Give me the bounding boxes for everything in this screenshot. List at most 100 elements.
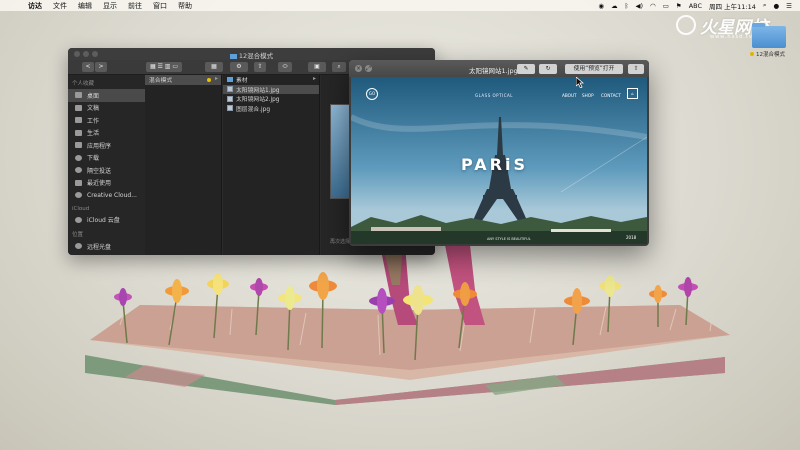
markup-icon[interactable]: ✎ xyxy=(517,64,535,74)
folder-icon xyxy=(75,117,82,124)
list-item-label: 太阳镜网站1.jpg xyxy=(236,87,280,94)
applications-icon xyxy=(75,142,82,149)
view-mode-segment[interactable]: ▦ ☰ ▥ ▭ xyxy=(146,62,182,72)
dropbox-icon[interactable]: ▣ xyxy=(308,62,326,72)
site-headline: PARiS xyxy=(461,155,528,174)
group-button[interactable]: ▦ xyxy=(205,62,223,72)
menu-bar: 访达 文件 编辑 显示 前往 窗口 帮助 ◉ ☁ ᛒ ◀) ◠ ▭ ⚑ ABC … xyxy=(0,0,800,11)
quicklook-toolbar[interactable]: × ⤢ 太阳镜网站1.jpg ✎ ↻ 使用“预览”打开 ⇧ xyxy=(349,60,649,77)
recents-icon xyxy=(75,179,82,186)
menu-edit[interactable]: 编辑 xyxy=(78,1,92,11)
site-nav-about: ABOUT xyxy=(562,93,577,98)
record-icon[interactable]: ◉ xyxy=(598,2,604,10)
sidebar-item-icloud-drive[interactable]: iCloud 云盘 xyxy=(68,214,145,227)
list-item-label: 混合模式 xyxy=(149,78,173,85)
watermark-logo-icon xyxy=(676,15,696,35)
site-nav-shop: SHOP xyxy=(582,93,594,98)
desktop-icon xyxy=(75,92,82,99)
list-item[interactable]: 太阳镜网站1.jpg xyxy=(223,84,319,94)
list-item[interactable]: 图层混合.jpg xyxy=(223,104,319,114)
tag-icon[interactable]: ⬭ xyxy=(278,62,292,72)
creative-cloud-icon xyxy=(75,192,82,199)
site-nav-contact: CONTACT xyxy=(601,93,621,98)
sidebar-item-label: 生活 xyxy=(87,130,100,138)
volume-icon[interactable]: ◀) xyxy=(636,2,644,10)
desktop-folder-label[interactable]: 12混合模式 xyxy=(750,50,785,58)
sidebar-item-airdrop[interactable]: 隔空投送 xyxy=(68,164,145,177)
notification-center-icon[interactable]: ☰ xyxy=(786,2,792,10)
battery-icon[interactable]: ▭ xyxy=(663,2,669,10)
sidebar-item-label: 下载 xyxy=(87,155,100,163)
sidebar-header-icloud: iCloud xyxy=(72,205,90,212)
image-file-icon xyxy=(227,95,233,102)
list-item[interactable]: 素材 ▸ xyxy=(223,75,319,85)
quicklook-window: × ⤢ 太阳镜网站1.jpg ✎ ↻ 使用“预览”打开 ⇧ GO GLASS O… xyxy=(349,60,649,246)
list-item[interactable]: 混合模式 ▸ xyxy=(145,75,221,85)
list-item-label: 太阳镜网站2.jpg xyxy=(236,97,280,104)
spotlight-icon[interactable]: ⌕ xyxy=(763,1,767,10)
sidebar-header-locations: 位置 xyxy=(72,232,84,238)
sidebar-item-documents[interactable]: 文稿 xyxy=(68,102,145,115)
cloud-icon xyxy=(75,216,82,223)
sidebar-item-label: 远程光盘 xyxy=(87,243,112,251)
sidebar-item-work[interactable]: 工作 xyxy=(68,114,145,127)
menu-file[interactable]: 文件 xyxy=(53,1,67,11)
finder-titlebar[interactable]: 12混合模式 xyxy=(68,48,435,60)
menu-clock[interactable]: 周四 上午11:14 xyxy=(709,1,756,11)
sidebar-item-life[interactable]: 生活 xyxy=(68,127,145,140)
menu-help[interactable]: 帮助 xyxy=(178,1,192,11)
wifi-icon[interactable]: ◠ xyxy=(650,2,656,10)
siri-icon[interactable]: ● xyxy=(774,2,780,10)
paris-website-preview: GO GLASS OPTICAL ABOUT SHOP CONTACT ⌂ PA… xyxy=(351,77,647,244)
share-icon[interactable]: ⇧ xyxy=(628,64,644,74)
bluetooth-icon[interactable]: ᛒ xyxy=(625,2,629,10)
finder-column-2: 素材 ▸ 太阳镜网站1.jpg 太阳镜网站2.jpg 图层混合.jpg xyxy=(223,75,320,255)
menu-window[interactable]: 窗口 xyxy=(153,1,167,11)
sidebar-item-recents[interactable]: 最近使用 xyxy=(68,177,145,190)
cloud-status-icon[interactable]: ☁ xyxy=(611,2,618,10)
sidebar-item-remote-disc[interactable]: 远程光盘 xyxy=(68,240,145,253)
forward-button[interactable]: > xyxy=(95,62,107,72)
sidebar-item-applications[interactable]: 应用程序 xyxy=(68,139,145,152)
image-file-icon xyxy=(227,86,233,93)
sidebar-item-label: Creative Cloud... xyxy=(87,191,137,199)
sidebar-item-downloads[interactable]: 下载 xyxy=(68,152,145,165)
action-gear-icon[interactable]: ⚙ xyxy=(230,62,248,72)
sidebar-header-favorites: 个人收藏 xyxy=(72,81,95,87)
site-footer-text: ANY STYLE IS BEAUTIFUL xyxy=(487,237,531,241)
site-page-number: 2018 xyxy=(626,235,637,240)
sidebar-item-label: 工作 xyxy=(87,117,100,125)
finder-title: 12混合模式 xyxy=(68,50,435,60)
rotate-icon[interactable]: ↻ xyxy=(539,64,557,74)
disc-icon xyxy=(75,243,82,250)
list-item[interactable]: 太阳镜网站2.jpg xyxy=(223,94,319,104)
list-item-label: 素材 xyxy=(236,78,248,85)
sidebar-item-label: 桌面 xyxy=(87,92,100,100)
fullscreen-icon[interactable]: ⤢ xyxy=(365,65,372,72)
site-logo-icon: GO xyxy=(366,88,378,100)
desktop-folder-icon[interactable] xyxy=(752,23,786,48)
sidebar-item-creative-cloud[interactable]: Creative Cloud... xyxy=(68,189,145,202)
back-button[interactable]: < xyxy=(82,62,94,72)
documents-icon xyxy=(75,104,82,111)
yellow-tag-icon xyxy=(207,78,211,82)
folder-icon xyxy=(227,77,233,83)
search-icon[interactable]: ⌕ xyxy=(332,62,346,72)
menu-go[interactable]: 前往 xyxy=(128,1,142,11)
share-icon[interactable]: ⇧ xyxy=(254,62,266,72)
finder-sidebar: 个人收藏 桌面 文稿 工作 生活 应用程序 下载 隔空投送 最近使用 Creat… xyxy=(68,75,145,255)
input-source[interactable]: ABC xyxy=(689,2,702,10)
downloads-icon xyxy=(75,154,82,161)
sidebar-item-label: iCloud 云盘 xyxy=(87,217,120,225)
menu-finder[interactable]: 访达 xyxy=(28,1,42,11)
menu-view[interactable]: 显示 xyxy=(103,1,117,11)
flag-icon[interactable]: ⚑ xyxy=(676,2,682,10)
mouse-cursor-icon xyxy=(576,77,584,88)
watermark-url: www.hxsd.tv xyxy=(710,34,753,40)
close-icon[interactable]: × xyxy=(355,65,362,72)
sidebar-item-desktop[interactable]: 桌面 xyxy=(68,89,145,102)
quicklook-title: 太阳镜网站1.jpg xyxy=(469,67,518,75)
folder-icon xyxy=(75,129,82,136)
site-brand: GLASS OPTICAL xyxy=(475,93,513,98)
open-with-preview-button[interactable]: 使用“预览”打开 xyxy=(565,64,623,74)
